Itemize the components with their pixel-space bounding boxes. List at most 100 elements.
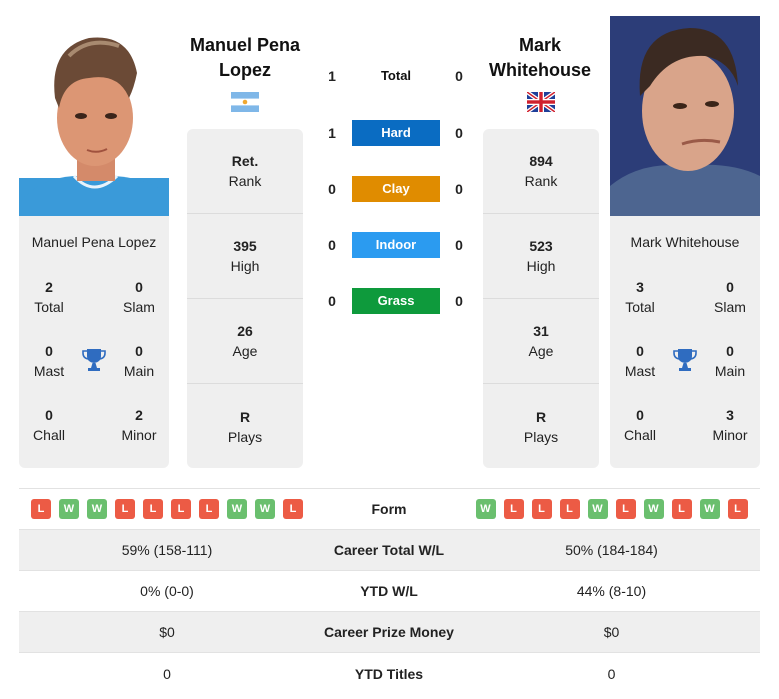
- player1-form-badge-win[interactable]: W: [59, 499, 79, 519]
- h2h-indoor-p2: 0: [455, 237, 463, 253]
- player2-form-badge-win[interactable]: W: [699, 499, 720, 519]
- player1-total-titles: 2 Total: [19, 277, 79, 317]
- player1-form-badge-loss[interactable]: L: [31, 499, 51, 519]
- player2-form-badge-loss[interactable]: L: [559, 499, 580, 519]
- player1-plays-label: Plays: [227, 428, 263, 445]
- ytd-titles-row: 0 YTD Titles 0: [19, 653, 760, 694]
- player1-plays-value: R: [239, 408, 251, 425]
- player2-career-wl: 50% (184-184): [565, 542, 658, 558]
- player2-high-label: High: [526, 258, 556, 274]
- surface-badge-clay[interactable]: Clay: [352, 176, 440, 202]
- player2-form-badge-loss[interactable]: L: [671, 499, 692, 519]
- player2-prize-money: $0: [603, 624, 620, 640]
- player1-form-badge-loss[interactable]: L: [283, 499, 303, 519]
- h2h-clay-p2: 0: [455, 181, 463, 197]
- player2-high: 523 High: [483, 214, 599, 299]
- player1-ytd-titles: 0: [163, 665, 171, 682]
- h2h-hard-p1: 1: [328, 125, 336, 141]
- form-row: LWWLLLLWWL Form WLLLWLWLWL: [19, 489, 760, 530]
- player2-form-badge-loss[interactable]: L: [615, 499, 636, 519]
- player1-plays: R Plays: [187, 384, 303, 469]
- player1-form-badge-loss[interactable]: L: [143, 499, 163, 519]
- player1-career-wl: 59% (158-111): [121, 542, 213, 558]
- h2h-indoor-p1: 0: [328, 237, 336, 253]
- player1-slam-value: 0: [135, 279, 143, 295]
- player1-name-heading[interactable]: Manuel Pena Lopez: [180, 33, 310, 83]
- player2-chall-titles: 0 Chall: [610, 405, 670, 445]
- player1-mast-value: 0: [45, 343, 53, 359]
- trophy-icon: [82, 347, 106, 373]
- player1-chall-value: 0: [45, 407, 53, 423]
- player2-age: 31 Age: [483, 299, 599, 384]
- player1-age-value: 26: [237, 323, 253, 339]
- comparison-table: LWWLLLLWWL Form WLLLWLWLWL 59% (158-111)…: [19, 488, 760, 694]
- player1-slam-titles: 0 Slam: [109, 277, 169, 317]
- player2-form: WLLLWLWLWL: [463, 499, 760, 519]
- form-label: Form: [371, 501, 407, 517]
- career-wl-label: Career Total W/L: [333, 542, 445, 558]
- player2-form-badge-loss[interactable]: L: [727, 499, 748, 519]
- h2h-total-p1: 1: [328, 68, 336, 84]
- argentina-flag-icon: [231, 92, 259, 112]
- player2-slam-label: Slam: [714, 299, 746, 315]
- player1-card-name: Manuel Pena Lopez: [31, 234, 157, 250]
- player1-rank: Ret. Rank: [187, 129, 303, 214]
- player1-minor-value: 2: [135, 407, 143, 423]
- player2-high-value: 523: [529, 238, 553, 254]
- h2h-row-hard: 1 Hard 0: [320, 120, 470, 146]
- player2-total-titles: 3 Total: [610, 277, 670, 317]
- player1-total-value: 2: [45, 279, 53, 295]
- player2-age-label: Age: [528, 343, 554, 359]
- player2-rank-label: Rank: [524, 173, 558, 189]
- player1-form-badge-win[interactable]: W: [227, 499, 247, 519]
- player1-rank-label: Rank: [228, 173, 262, 189]
- player1-mast-titles: 0 Mast: [19, 341, 79, 381]
- player2-card-name: Mark Whitehouse: [630, 234, 740, 250]
- player2-photo: [610, 16, 760, 216]
- player1-prize-money: $0: [159, 624, 175, 640]
- player2-rank: 894 Rank: [483, 129, 599, 214]
- h2h-grass-p2: 0: [455, 293, 463, 309]
- player1-chall-titles: 0 Chall: [19, 405, 79, 445]
- player2-mast-value: 0: [636, 343, 644, 359]
- player2-ranking-column: 894 Rank 523 High 31 Age R Plays: [483, 129, 599, 468]
- player2-form-badge-loss[interactable]: L: [531, 499, 552, 519]
- player1-high-label: High: [230, 258, 260, 274]
- player2-total-value: 3: [636, 279, 644, 295]
- player1-form-badge-loss[interactable]: L: [115, 499, 135, 519]
- player1-minor-label: Minor: [121, 427, 157, 443]
- ytd-wl-label: YTD W/L: [360, 583, 418, 599]
- player1-form-badge-win[interactable]: W: [255, 499, 275, 519]
- surface-badge-indoor[interactable]: Indoor: [352, 232, 440, 258]
- player2-minor-titles: 3 Minor: [700, 405, 760, 445]
- player1-name-line1: Manuel Pena: [189, 35, 301, 55]
- player2-chall-value: 0: [636, 407, 644, 423]
- player1-mast-label: Mast: [33, 363, 65, 379]
- player2-slam-value: 0: [726, 279, 734, 295]
- player2-form-badge-win[interactable]: W: [643, 499, 664, 519]
- surface-badge-grass[interactable]: Grass: [352, 288, 440, 314]
- surface-badge-hard[interactable]: Hard: [352, 120, 440, 146]
- player2-plays: R Plays: [483, 384, 599, 469]
- player2-total-label: Total: [625, 299, 655, 315]
- player2-form-badge-win[interactable]: W: [587, 499, 608, 519]
- player1-slam-label: Slam: [123, 299, 155, 315]
- player1-form-badge-loss[interactable]: L: [199, 499, 219, 519]
- player2-name-heading[interactable]: Mark Whitehouse: [475, 33, 605, 83]
- player2-form-badge-win[interactable]: W: [475, 499, 496, 519]
- h2h-grass-p1: 0: [328, 293, 336, 309]
- player1-age-label: Age: [232, 343, 258, 359]
- prize-money-row: $0 Career Prize Money $0: [19, 612, 760, 653]
- h2h-total-p2: 0: [455, 68, 463, 84]
- player1-high-value: 395: [233, 238, 257, 254]
- player2-age-value: 31: [533, 323, 549, 339]
- player1-rank-value: Ret.: [231, 153, 259, 169]
- h2h-hard-p2: 0: [455, 125, 463, 141]
- united-kingdom-flag-icon: [525, 90, 557, 114]
- h2h-row-clay: 0 Clay 0: [320, 176, 470, 202]
- player2-form-badge-loss[interactable]: L: [503, 499, 524, 519]
- prize-money-label: Career Prize Money: [324, 624, 454, 640]
- player1-form-badge-win[interactable]: W: [87, 499, 107, 519]
- player1-form: LWWLLLLWWL: [19, 499, 315, 519]
- player1-form-badge-loss[interactable]: L: [171, 499, 191, 519]
